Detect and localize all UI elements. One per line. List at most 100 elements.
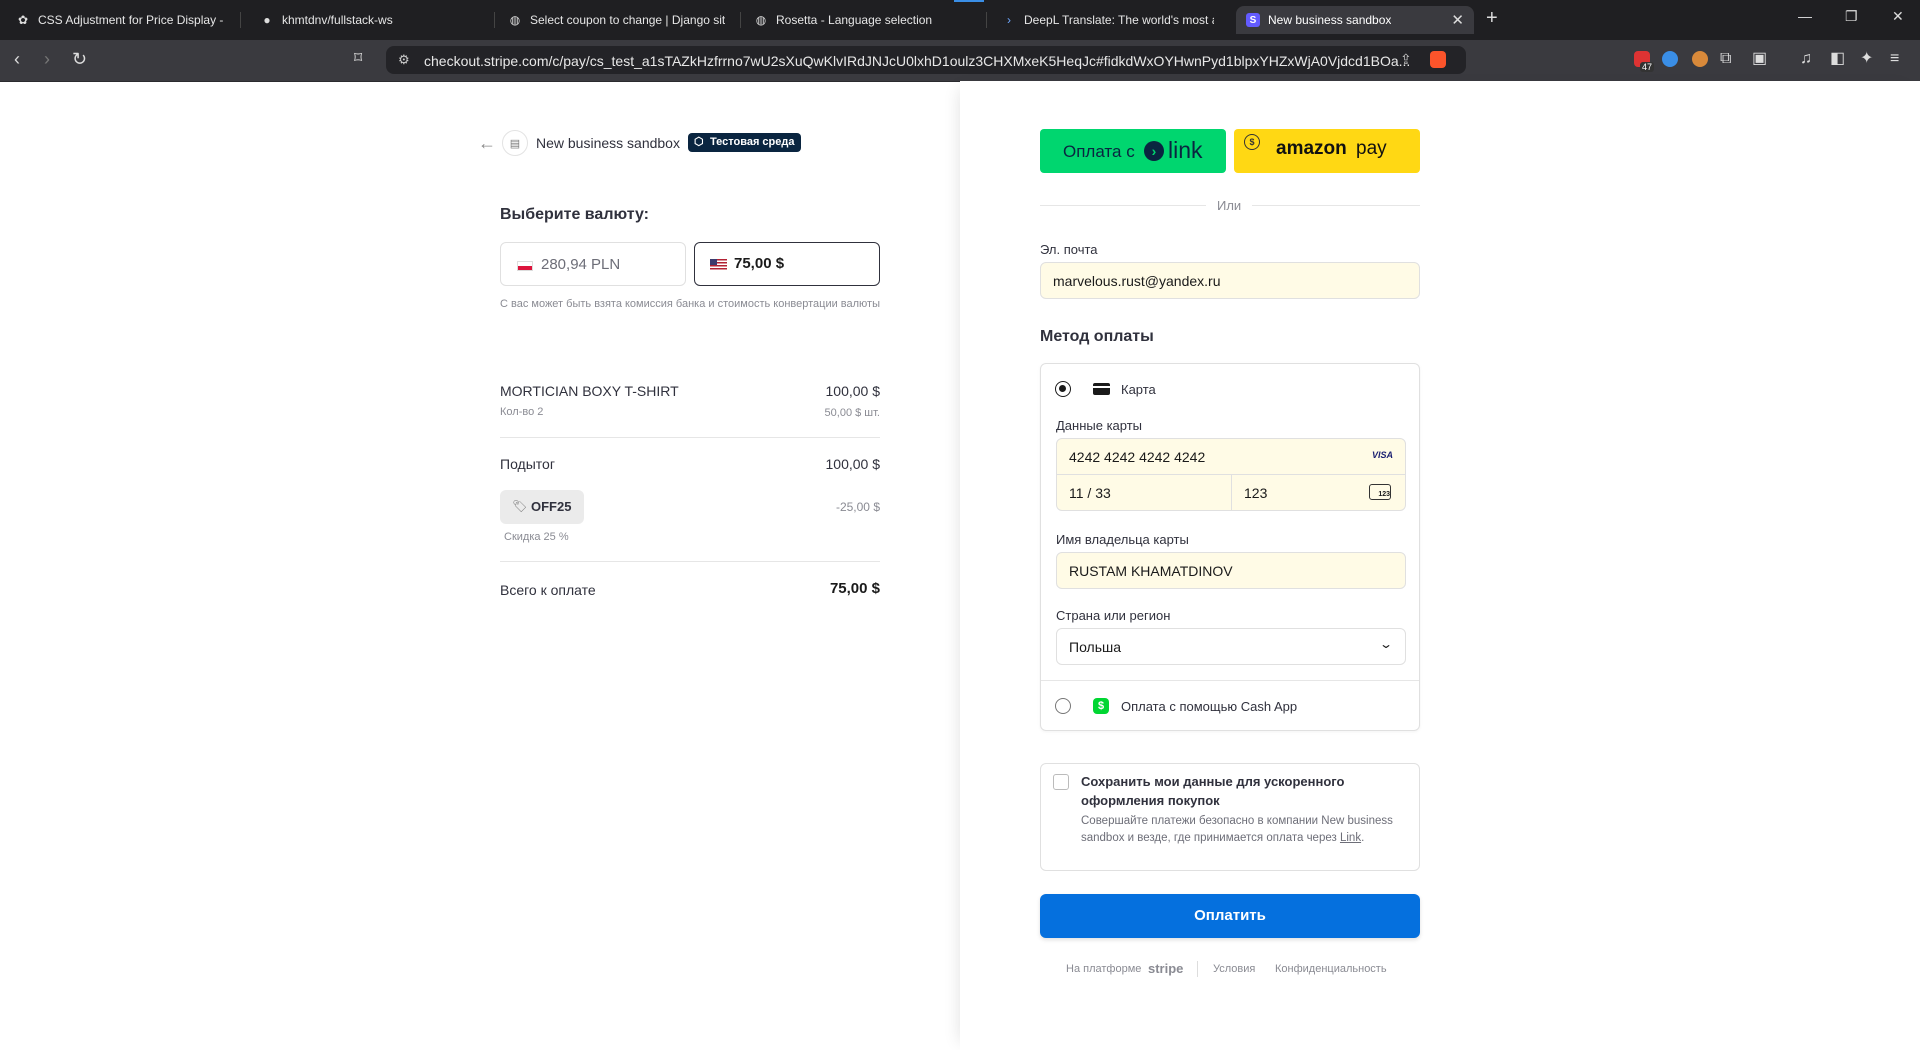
- or-separator: Или: [1217, 198, 1242, 213]
- cashapp-label: Оплата с помощью Cash App: [1121, 699, 1298, 714]
- cashapp-icon: $: [1093, 698, 1109, 714]
- divider: [1252, 205, 1420, 206]
- email-field[interactable]: marvelous.rust@yandex.ru: [1040, 262, 1420, 299]
- cardholder-label: Имя владельца карты: [1056, 532, 1189, 547]
- item-total: 100,00 $: [825, 383, 881, 399]
- minimize-icon[interactable]: —: [1798, 8, 1812, 24]
- stripe-icon: S: [1246, 13, 1260, 27]
- puzzle-icon[interactable]: ⧉: [1720, 50, 1731, 68]
- payment-methods-panel: Карта Данные карты 4242 4242 4242 4242 V…: [1040, 363, 1420, 731]
- reload-icon[interactable]: ↻: [72, 50, 87, 68]
- sidebar-icon[interactable]: ◧: [1830, 50, 1845, 68]
- test-mode-badge: ⬡ Тестовая среда: [688, 133, 801, 152]
- cookie-icon[interactable]: [1692, 51, 1708, 67]
- cvc-field[interactable]: 123 123: [1231, 474, 1406, 511]
- card-number-field[interactable]: 4242 4242 4242 4242 VISA: [1056, 438, 1406, 475]
- sandbox-icon: ⬡: [694, 136, 704, 148]
- divider: [1041, 680, 1419, 681]
- restore-icon[interactable]: ❐: [1845, 8, 1858, 25]
- tab-deepl[interactable]: › DeepL Translate: The world's most ac: [992, 6, 1224, 34]
- tab-github[interactable]: ● khmtdnv/fullstack-ws: [250, 6, 490, 34]
- github-icon: ●: [263, 13, 271, 27]
- item-name: MORTICIAN BOXY T-SHIRT: [500, 383, 679, 399]
- card-method-label: Карта: [1121, 382, 1156, 397]
- terms-link[interactable]: Условия: [1213, 963, 1255, 975]
- divider: [1197, 961, 1198, 977]
- chevron-down-icon: ⌄: [1378, 637, 1394, 651]
- us-flag-icon: [710, 259, 727, 270]
- back-arrow-icon[interactable]: ←: [478, 133, 496, 154]
- subtotal-label: Подытог: [500, 456, 555, 472]
- extension-badge: 47: [1640, 62, 1655, 72]
- merchant-name: New business sandbox: [536, 135, 680, 151]
- total-value: 75,00 $: [829, 580, 880, 597]
- deepl-icon: ›: [1007, 13, 1011, 27]
- bookmark-icon[interactable]: ⌑: [354, 50, 362, 68]
- site-settings-icon[interactable]: ⚙: [398, 52, 410, 68]
- currency-option-usd[interactable]: 75,00 $: [694, 242, 880, 286]
- currency-option-pln[interactable]: 280,94 PLN: [500, 242, 686, 286]
- card-icon: [1093, 383, 1110, 395]
- tab-css-adjustment[interactable]: ✿ CSS Adjustment for Price Display - Gr: [6, 6, 236, 34]
- close-window-icon[interactable]: ✕: [1892, 8, 1904, 25]
- stripe-logo[interactable]: stripe: [1148, 961, 1183, 976]
- expiry-field[interactable]: 11 / 33: [1056, 474, 1232, 511]
- address-bar[interactable]: ⚙ checkout.stripe.com/c/pay/cs_test_a1sT…: [386, 46, 1466, 74]
- pay-button[interactable]: Оплатить: [1040, 894, 1420, 938]
- visa-icon: VISA: [1371, 450, 1393, 460]
- dollar-coin-icon: $: [1244, 134, 1260, 150]
- card-data-label: Данные карты: [1056, 418, 1143, 433]
- cvc-card-icon: 123: [1369, 484, 1391, 500]
- browser-tab-bar: ✿ CSS Adjustment for Price Display - Gr …: [0, 0, 1920, 40]
- brave-shields-icon[interactable]: [1430, 51, 1446, 68]
- store-icon: ▤: [502, 130, 528, 156]
- tag-icon: 🏷: [512, 499, 528, 513]
- save-info-title: Сохранить мои данные для ускоренного офо…: [1081, 774, 1345, 808]
- tab-django-coupon[interactable]: ◍ Select coupon to change | Django sit: [498, 6, 736, 34]
- poland-flag-icon: [517, 261, 533, 271]
- extension-icon[interactable]: [1662, 51, 1678, 67]
- save-info-checkbox[interactable]: [1053, 774, 1069, 790]
- link-arrow-icon: ›: [1144, 141, 1164, 161]
- coupon-chip[interactable]: 🏷 OFF25: [500, 490, 584, 524]
- amazon-pay-button[interactable]: $ amazon pay: [1234, 129, 1420, 173]
- globe-icon: ◍: [755, 13, 767, 27]
- card-radio[interactable]: [1055, 381, 1071, 397]
- forward-icon[interactable]: ›: [44, 50, 50, 68]
- link-info-link[interactable]: Link: [1340, 832, 1361, 844]
- coupon-description: Скидка 25 %: [504, 531, 569, 543]
- divider: [1040, 205, 1206, 206]
- new-tab-icon[interactable]: +: [1486, 7, 1498, 30]
- menu-icon[interactable]: ≡: [1890, 50, 1899, 68]
- cashapp-radio[interactable]: [1055, 698, 1071, 714]
- payment-method-heading: Метод оплаты: [1040, 328, 1154, 345]
- link-pay-button[interactable]: Оплата с › link: [1040, 129, 1226, 173]
- share-icon[interactable]: ⇪: [1400, 51, 1412, 68]
- country-label: Страна или регион: [1056, 608, 1171, 623]
- country-select[interactable]: Польша ⌄: [1056, 628, 1406, 665]
- coupon-amount: -25,00 $: [835, 500, 880, 514]
- subtotal-value: 100,00 $: [825, 456, 881, 472]
- privacy-link[interactable]: Конфиденциальность: [1275, 963, 1387, 975]
- wallet-icon[interactable]: ▣: [1752, 50, 1767, 68]
- save-info-box: Сохранить мои данные для ускоренного офо…: [1040, 763, 1420, 871]
- media-icon[interactable]: ♫: [1800, 50, 1812, 68]
- item-qty[interactable]: Кол-во 2: [500, 406, 543, 418]
- save-info-description: Совершайте платежи безопасно в компании …: [1081, 815, 1393, 844]
- openai-icon: ✿: [17, 13, 29, 27]
- leo-icon[interactable]: ✦: [1860, 50, 1873, 68]
- close-tab-icon[interactable]: ✕: [1451, 11, 1464, 29]
- divider: [500, 437, 880, 438]
- url-text: checkout.stripe.com/c/pay/cs_test_a1sTAZ…: [424, 53, 1411, 69]
- tab-rosetta[interactable]: ◍ Rosetta - Language selection: [744, 6, 984, 34]
- email-label: Эл. почта: [1040, 242, 1098, 257]
- currency-note: С вас может быть взята комиссия банка и …: [500, 298, 880, 310]
- item-unit-price: 50,00 $ шт.: [824, 407, 880, 419]
- browser-toolbar: ‹ › ↻ ⌑ ⚙ checkout.stripe.com/c/pay/cs_t…: [0, 40, 1920, 82]
- cardholder-field[interactable]: RUSTAM KHAMATDINOV: [1056, 552, 1406, 589]
- divider: [500, 561, 880, 562]
- total-label: Всего к оплате: [500, 582, 596, 598]
- tab-new-business-sandbox[interactable]: S New business sandbox ✕: [1236, 6, 1474, 34]
- back-icon[interactable]: ‹: [14, 50, 20, 68]
- currency-heading: Выберите валюту:: [500, 206, 649, 223]
